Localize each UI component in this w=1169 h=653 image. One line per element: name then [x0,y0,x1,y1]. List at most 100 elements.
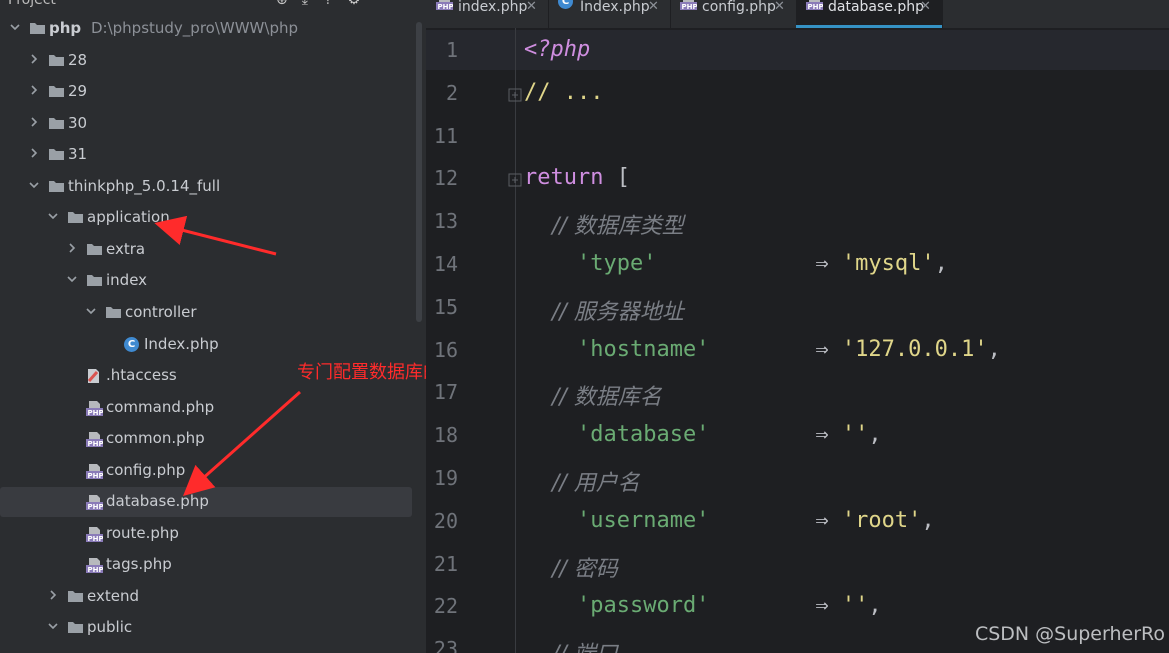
close-icon[interactable]: ✕ [648,0,659,14]
code-text: // 端口 [524,636,618,653]
close-icon[interactable]: ✕ [526,0,537,14]
close-icon[interactable]: ✕ [920,0,931,14]
watermark: CSDN @SuperherRo [974,623,1165,645]
php-file-icon: PHP [806,0,824,14]
code-text: 'type' ⇒ 'mysql', [524,251,948,276]
code-token: [ [603,165,630,191]
code-line[interactable]: 20 'username' ⇒ 'root', [426,501,1169,543]
line-number: 18 [433,423,458,448]
code-token: 'mysql' [841,251,935,276]
code-text: return [ [524,165,630,190]
code-token: ⇒ [656,251,842,276]
code-token: // 数据库类型 [524,214,684,240]
close-icon[interactable]: ✕ [774,0,785,14]
tab-database-php[interactable]: PHP database.php ✕ [796,0,943,28]
line-number: 13 [433,209,458,234]
annotation-arrows [154,215,301,496]
arrow-to-database [183,390,301,496]
code-token: // 用户名 [524,471,640,496]
tab-label: database.php [828,0,925,15]
line-number: 11 [433,123,458,148]
code-token: 'type' [524,251,657,276]
code-token: ⇒ [709,593,842,619]
svg-text:PHP: PHP [808,3,824,10]
code-token: ⇒ [709,422,842,448]
code-token: // 密码 [524,556,618,582]
tab-label: Index.php [580,0,650,15]
line-number: 19 [433,466,458,490]
line-number: 12 [433,166,458,191]
code-token: , [934,251,948,276]
code-line[interactable]: 19 // 用户名 [426,458,1169,500]
code-token: , [921,507,935,533]
code-text: // 数据库名 [524,379,662,411]
code-token: // 数据库名 [524,385,662,411]
line-number: 21 [433,551,458,576]
code-line[interactable]: 17 // 数据库名 [426,372,1169,414]
code-line[interactable]: 1 <?php [426,30,1169,72]
code-line[interactable]: 13 // 数据库类型 [426,201,1169,243]
php-file-icon: PHP [680,0,698,14]
tab-label: index.php [458,0,528,15]
code-token: , [868,593,882,619]
code-token: , [868,422,882,448]
code-line[interactable]: 12 return [ [426,158,1169,200]
line-number: 2 [445,80,458,105]
code-line[interactable]: 15 // 服务器地址 [426,287,1169,329]
code-token: ⇒ [709,507,842,533]
code-token: 'hostname' [524,336,710,362]
line-number: 23 [433,637,458,653]
code-line[interactable]: 18 'database' ⇒ '', [426,415,1169,457]
code-token: , [987,336,1001,362]
code-text: 'username' ⇒ 'root', [524,508,935,533]
code-token: 'database' [524,422,710,448]
code-text: 'hostname' ⇒ '127.0.0.1', [524,337,1001,362]
svg-text:PHP: PHP [682,3,698,10]
line-number: 16 [433,337,458,362]
code-text: <?php [524,37,590,62]
code-token: '' [841,422,869,448]
project-tool-window: Project ⊕⤓⇡⚙ php D:\phpstudy_pro\WWW\php 2… [0,0,426,653]
code-line[interactable]: 11 [426,116,1169,158]
active-tab-indicator [796,25,942,28]
code-text: // 数据库类型 [524,208,684,240]
code-token: // 服务器地址 [524,299,684,325]
code-token: '' [841,593,869,619]
tab-index-php[interactable]: C Index.php ✕ [548,0,671,28]
code-token: ⇒ [709,336,842,362]
code-token: '127.0.0.1' [841,336,988,362]
line-number: 22 [433,594,458,619]
fold-toggle-icon[interactable] [508,87,522,102]
code-text: 'database' ⇒ '', [524,422,882,447]
tab-label: config.php [702,0,776,15]
code-token: <?php [524,37,591,62]
svg-text:PHP: PHP [438,3,454,10]
code-token: // 端口 [524,642,618,653]
code-text: // 用户名 [524,465,640,497]
fold-toggle-icon[interactable] [508,172,522,187]
code-text: // 密码 [524,551,618,583]
line-number: 20 [433,508,458,533]
line-number: 17 [433,380,458,405]
php-file-icon: PHP [436,0,454,14]
code-text: // ... [524,80,603,105]
line-number: 14 [433,252,458,276]
code-token: 'username' [524,507,710,533]
tab-config-php[interactable]: PHP config.php ✕ [670,0,797,28]
editor-tab-bar: PHP index.php ✕ C Index.php ✕ PHP config.php ✕ PH… [426,0,1169,29]
tab-index-php[interactable]: PHP index.php ✕ [426,0,549,28]
code-text: // 服务器地址 [524,294,684,326]
arrow-to-application [154,215,277,256]
code-line[interactable]: 14 'type' ⇒ 'mysql', [426,244,1169,286]
line-number: 1 [445,38,458,62]
line-number: 15 [433,294,458,319]
code-token: 'password' [524,593,710,619]
code-line[interactable]: 2 // ... [426,73,1169,115]
code-line[interactable]: 21 // 密码 [426,544,1169,586]
code-line[interactable]: 16 'hostname' ⇒ '127.0.0.1', [426,330,1169,372]
code-token: return [524,165,604,191]
code-token: 'root' [841,507,922,533]
code-editor: PHP index.php ✕ C Index.php ✕ PHP config.php ✕ PH… [426,0,1169,653]
code-token: // ... [524,79,604,105]
code-text: 'password' ⇒ '', [524,593,882,618]
